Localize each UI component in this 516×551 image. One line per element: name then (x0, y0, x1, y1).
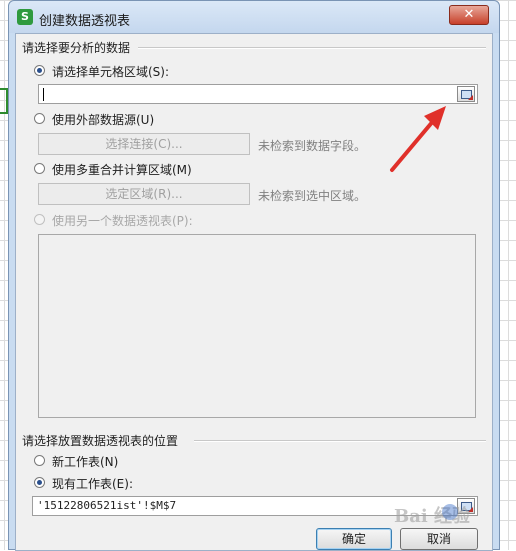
region-hint: 未检索到选中区域。 (258, 189, 367, 203)
range-radio[interactable] (34, 65, 45, 76)
text-cursor (43, 87, 44, 101)
group-divider (138, 47, 486, 49)
close-button[interactable]: ✕ (449, 5, 489, 25)
watermark-logo: Bai 经验 (394, 502, 494, 530)
title-bar[interactable]: S 创建数据透视表 ✕ (9, 1, 499, 33)
source-group-title: 请选择要分析的数据 (22, 41, 131, 55)
range-input[interactable] (38, 84, 478, 104)
existing-sheet-label: 现有工作表(E): (52, 477, 133, 491)
sheet-gridline (4, 0, 5, 550)
choose-region-button[interactable]: 选定区域(R)... (38, 183, 250, 205)
connection-hint: 未检索到数据字段。 (258, 139, 367, 153)
watermark-text: Bai 经验 (394, 506, 470, 527)
range-picker-arrow-icon (468, 95, 473, 100)
multi-consolidation-radio[interactable] (34, 163, 45, 174)
existing-sheet-radio[interactable] (34, 477, 45, 488)
multi-consolidation-label: 使用多重合并计算区域(M) (52, 163, 192, 177)
other-pivot-label: 使用另一个数据透视表(P): (52, 214, 193, 228)
new-sheet-radio[interactable] (34, 455, 45, 466)
dest-group-title: 请选择放置数据透视表的位置 (22, 434, 179, 448)
wps-app-icon: S (17, 9, 33, 25)
external-source-radio[interactable] (34, 113, 45, 124)
range-radio-label: 请选择单元格区域(S): (52, 65, 170, 79)
ok-button[interactable]: 确定 (316, 528, 392, 550)
dialog-title: 创建数据透视表 (39, 14, 131, 29)
new-sheet-label: 新工作表(N) (52, 455, 119, 469)
pivot-table-listbox[interactable] (38, 234, 476, 418)
selected-cell-indicator (0, 88, 8, 114)
other-pivot-radio[interactable] (34, 214, 45, 225)
choose-connection-button[interactable]: 选择连接(C)... (38, 133, 250, 155)
group-divider (194, 440, 486, 442)
external-source-label: 使用外部数据源(U) (52, 113, 155, 127)
sheet-gridline (508, 0, 509, 550)
dialog-body: 请选择要分析的数据 请选择单元格区域(S): 使用外部数据源(U) 选择连接(C… (15, 33, 493, 551)
range-picker-button[interactable] (457, 86, 475, 102)
create-pivot-table-dialog: S 创建数据透视表 ✕ 请选择要分析的数据 请选择单元格区域(S): 使用外部数… (8, 0, 500, 551)
paw-icon (442, 504, 458, 520)
cancel-button[interactable]: 取消 (400, 528, 478, 550)
